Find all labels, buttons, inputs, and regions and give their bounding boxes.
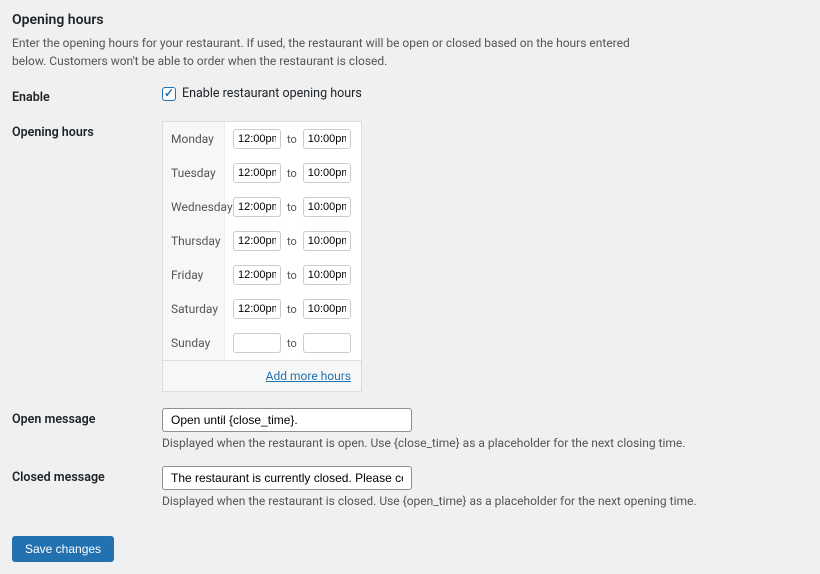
hours-day-label: Wednesday [163,190,225,224]
hours-day-label: Monday [163,122,225,156]
hours-open-input[interactable] [233,265,281,285]
section-heading: Opening hours [12,12,808,28]
hours-day-label: Tuesday [163,156,225,190]
hours-close-input[interactable] [303,163,351,183]
hours-row: Tuesday to [163,156,361,190]
hours-row: Thursday to [163,224,361,258]
opening-hours-label: Opening hours [12,121,162,140]
hours-open-input[interactable] [233,333,281,353]
hours-row: Friday to [163,258,361,292]
hours-open-input[interactable] [233,129,281,149]
hours-to-text: to [287,167,297,180]
enable-checkbox-label: Enable restaurant opening hours [182,86,362,101]
hours-to-text: to [287,235,297,248]
hours-row: Wednesday to [163,190,361,224]
add-more-hours-link[interactable]: Add more hours [266,369,351,383]
closed-message-help: Displayed when the restaurant is closed.… [162,494,808,508]
hours-open-input[interactable] [233,163,281,183]
hours-to-text: to [287,303,297,316]
hours-to-text: to [287,269,297,282]
closed-message-label: Closed message [12,466,162,485]
hours-close-input[interactable] [303,231,351,251]
section-description: Enter the opening hours for your restaur… [12,34,662,70]
hours-row: Saturday to [163,292,361,326]
save-button[interactable]: Save changes [12,536,114,562]
hours-close-input[interactable] [303,197,351,217]
hours-close-input[interactable] [303,265,351,285]
enable-label: Enable [12,86,162,105]
hours-to-text: to [287,133,297,146]
hours-row: Monday to [163,122,361,156]
hours-row: Sunday to [163,326,361,360]
enable-checkbox[interactable] [162,87,176,101]
hours-day-label: Sunday [163,326,225,360]
hours-open-input[interactable] [233,197,281,217]
hours-day-label: Friday [163,258,225,292]
hours-to-text: to [287,337,297,350]
enable-checkbox-wrapper[interactable]: Enable restaurant opening hours [162,86,808,101]
hours-table: MondaytoTuesdaytoWednesdaytoThursdaytoFr… [162,121,362,392]
hours-to-text: to [287,201,297,214]
open-message-label: Open message [12,408,162,427]
hours-close-input[interactable] [303,333,351,353]
hours-close-input[interactable] [303,129,351,149]
hours-open-input[interactable] [233,299,281,319]
hours-close-input[interactable] [303,299,351,319]
hours-day-label: Thursday [163,224,225,258]
closed-message-input[interactable] [162,466,412,490]
open-message-input[interactable] [162,408,412,432]
hours-day-label: Saturday [163,292,225,326]
hours-open-input[interactable] [233,231,281,251]
open-message-help: Displayed when the restaurant is open. U… [162,436,808,450]
